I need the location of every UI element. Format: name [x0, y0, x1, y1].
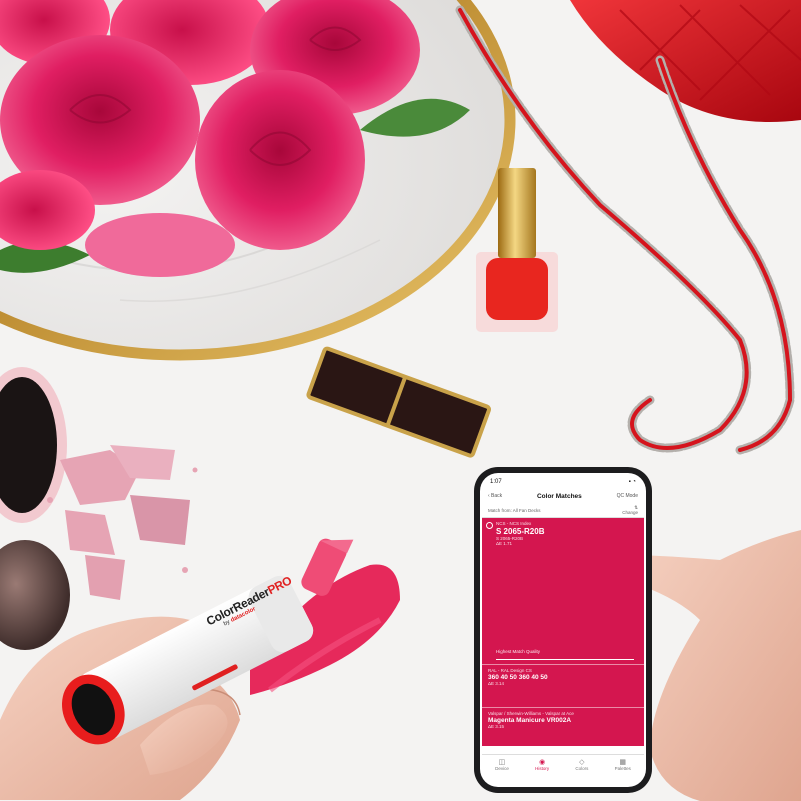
tab-label: Palettes	[614, 766, 631, 771]
change-button[interactable]: ⇅ Change	[622, 505, 638, 515]
tab-label: Device	[495, 766, 509, 771]
device-icon: ◫	[498, 759, 506, 766]
tab-palettes[interactable]: ▦ Palettes	[615, 759, 631, 771]
match-card-ncs[interactable]: NCS - NCS Index S 2065-R20B S 2065-R20B …	[482, 518, 644, 664]
tab-history[interactable]: ◉ History	[535, 759, 549, 771]
change-label: Change	[622, 510, 638, 515]
tab-device[interactable]: ◫ Device	[495, 759, 509, 771]
history-icon: ◉	[539, 759, 546, 766]
match-code: 360 40 50 360 40 50	[488, 674, 548, 681]
back-button[interactable]: ‹ Back	[488, 493, 502, 499]
quality-label: Highest Match Quality	[496, 649, 541, 654]
tab-label: Colors	[575, 766, 589, 771]
select-radio[interactable]	[486, 522, 493, 529]
page-title: Color Matches	[536, 492, 582, 500]
colors-icon: ◇	[579, 759, 585, 766]
quality-bar	[496, 659, 634, 660]
tab-bar: ◫ Device ◉ History ◇ Colors ▦ Palettes	[482, 754, 644, 785]
match-system: NCS - NCS Index	[496, 521, 532, 526]
match-delta-e: ΔE 1.71	[496, 541, 513, 546]
match-code: Magenta Manicure VR002A	[488, 717, 572, 724]
status-bar: 1:07 ▪ ◔	[482, 475, 644, 489]
palettes-icon: ▦	[619, 759, 627, 766]
match-system: Valspar / Sherwin-Williams - Valspar at …	[488, 711, 574, 716]
match-code: S 2065-R20B	[496, 527, 545, 536]
nav-bar: ‹ Back Color Matches QC Mode	[482, 489, 644, 503]
match-delta-e: ΔE 3.15	[488, 724, 505, 729]
status-icons: ▪ ◔	[628, 479, 636, 485]
product-photo: 1:07 ▪ ◔ ‹ Back Color Matches QC Mode Ma…	[0, 0, 801, 801]
filter-bar: Match from: All Fan Decks ⇅ Change	[482, 503, 644, 518]
match-card-valspar[interactable]: Valspar / Sherwin-Williams - Valspar at …	[482, 707, 644, 746]
phone-screen: 1:07 ▪ ◔ ‹ Back Color Matches QC Mode Ma…	[482, 475, 644, 785]
match-system: RAL - RAL Design CS	[488, 668, 532, 673]
match-source-label: Match from: All Fan Decks	[488, 507, 541, 513]
tab-colors[interactable]: ◇ Colors	[575, 759, 588, 771]
match-card-ral[interactable]: RAL - RAL Design CS 360 40 50 360 40 50 …	[482, 664, 644, 707]
match-delta-e: ΔE 3.14	[488, 681, 505, 686]
tab-label: History	[535, 766, 550, 771]
qc-mode-button[interactable]: QC Mode	[617, 493, 638, 499]
photo-illustration	[0, 0, 801, 801]
status-time: 1:07	[490, 479, 502, 485]
